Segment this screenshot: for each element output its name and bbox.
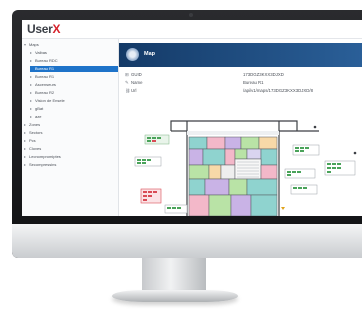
tree-item-label: Bureau R1 — [35, 66, 55, 71]
room[interactable] — [188, 136, 208, 150]
tree-item-label: gBat — [35, 106, 44, 111]
tree-item-label: Bureau R2 — [35, 90, 55, 95]
tree-item-label: aze — [35, 114, 42, 119]
logo-accent: X — [52, 22, 61, 36]
tree-item-pcs[interactable]: ▸ Pcs — [24, 138, 36, 144]
device-widget[interactable] — [134, 156, 162, 167]
tree-item-bureau-rdc[interactable]: ▸ Bureau RDC — [30, 58, 58, 64]
property-value-name: Bureau R1 — [243, 80, 264, 85]
floor-plan-map[interactable] — [119, 117, 362, 216]
room[interactable] — [224, 148, 236, 166]
globe-icon — [126, 48, 139, 61]
screen: UserX ▾ Maps ▸ Valbas ▸ Bureau RDC Bureau R… — [22, 20, 362, 216]
device-widget[interactable] — [292, 144, 320, 156]
device-widget[interactable] — [324, 160, 356, 176]
tree-item-label: Cloves — [29, 146, 42, 151]
tree-item-label: Vision de Ensele — [35, 98, 65, 103]
device-widget-alarm[interactable] — [140, 188, 162, 204]
tree-item-sectors[interactable]: ▸ Sectors — [24, 130, 43, 136]
room[interactable] — [260, 164, 278, 180]
tree-item-label: Valbas — [35, 50, 47, 55]
monitor-stand-neck — [142, 258, 206, 294]
tree-item-label: Pcs — [29, 138, 36, 143]
tree-item-label: Sectors — [29, 130, 43, 135]
room[interactable] — [204, 178, 230, 196]
tree-item-label: Maps — [29, 42, 39, 47]
room[interactable] — [220, 164, 236, 180]
room[interactable] — [206, 136, 226, 150]
warning-icon[interactable] — [281, 207, 285, 210]
room[interactable] — [240, 136, 260, 150]
property-row-url: ⛓Url — [125, 88, 137, 94]
corridor — [187, 131, 279, 135]
room[interactable] — [188, 194, 210, 216]
tree-item-gbat[interactable]: ▸ gBat — [30, 106, 43, 112]
main-panel: Map ⊞ GUID 173DGZ3KXX3DJXD ✎ Name Bureau R… — [119, 39, 362, 216]
tree-item-label: Lecnompromiptes — [29, 154, 61, 159]
device-widget[interactable] — [290, 184, 318, 195]
property-value-url: /api/v1/maps/173DGZ3KXX3DJXD/8 — [243, 88, 313, 93]
tree-item-label: Secompressins — [29, 162, 57, 167]
tree-item-secompressins[interactable]: ▸ Secompressins — [24, 162, 56, 168]
app-logo[interactable]: UserX — [27, 22, 60, 36]
tree-item-valbas[interactable]: ▸ Valbas — [30, 50, 47, 56]
marker-dot[interactable] — [353, 151, 357, 155]
property-label: Url — [131, 88, 137, 93]
device-widget[interactable] — [284, 168, 316, 179]
property-value-guid: 173DGZ3KXX3DJXD — [243, 72, 284, 77]
monitor-stand-base — [112, 290, 238, 302]
tree-item-vision[interactable]: ▸ Vision de Ensele — [30, 98, 65, 104]
tree-item-label: Zones — [29, 122, 41, 127]
tree-item-label: Bureau R1 — [35, 74, 55, 79]
property-row-name: ✎ Name — [125, 80, 142, 86]
logo-main: User — [27, 22, 53, 36]
room[interactable] — [258, 136, 278, 150]
tree-item-ascenseurs[interactable]: ▸ Ascenseurs — [30, 82, 56, 88]
room[interactable] — [224, 136, 242, 150]
tree-item-maps[interactable]: ▾ Maps — [24, 42, 39, 48]
property-label: Name — [131, 80, 143, 85]
room[interactable] — [260, 148, 278, 166]
room[interactable] — [208, 194, 232, 216]
device-widget[interactable] — [164, 204, 188, 214]
tree-item-cloves[interactable]: ▸ Cloves — [24, 146, 41, 152]
tree-item-bureau-r2[interactable]: ▸ Bureau R2 — [30, 90, 54, 96]
tree-item-bureau-r1[interactable]: ▸ Bureau R1 — [30, 74, 54, 80]
camera-dot — [189, 13, 193, 17]
room[interactable] — [188, 164, 210, 180]
tree-item-label: Ascenseurs — [35, 82, 56, 87]
property-row-guid: ⊞ GUID — [125, 72, 142, 78]
top-bar: UserX — [22, 20, 362, 39]
room[interactable] — [246, 148, 262, 160]
tree-item-bureau-r1-selected[interactable]: Bureau R1 — [30, 66, 118, 72]
room[interactable] — [208, 164, 222, 180]
room[interactable] — [230, 194, 252, 216]
tree-item-zones[interactable]: ▸ Zones — [24, 122, 40, 128]
marker-dot[interactable] — [313, 125, 317, 129]
room[interactable] — [202, 148, 226, 166]
tree-item-lecnompromiptes[interactable]: ▸ Lecnompromiptes — [24, 154, 61, 160]
room[interactable] — [246, 178, 278, 196]
tree-item-label: Bureau RDC — [35, 58, 58, 63]
device-widget[interactable] — [144, 134, 170, 145]
room[interactable] — [188, 148, 204, 166]
property-label: GUID — [131, 72, 142, 77]
page-title: Map — [144, 51, 155, 57]
room[interactable] — [228, 178, 248, 196]
room[interactable] — [250, 194, 278, 216]
tree-item-aze[interactable]: ▸ aze — [30, 114, 41, 120]
room[interactable] — [234, 148, 248, 160]
sidebar-tree: ▾ Maps ▸ Valbas ▸ Bureau RDC Bureau R1 ▸ Bur… — [22, 39, 119, 216]
map-header: Map — [119, 43, 362, 67]
monitor-chin — [12, 224, 362, 258]
room[interactable] — [188, 178, 206, 196]
